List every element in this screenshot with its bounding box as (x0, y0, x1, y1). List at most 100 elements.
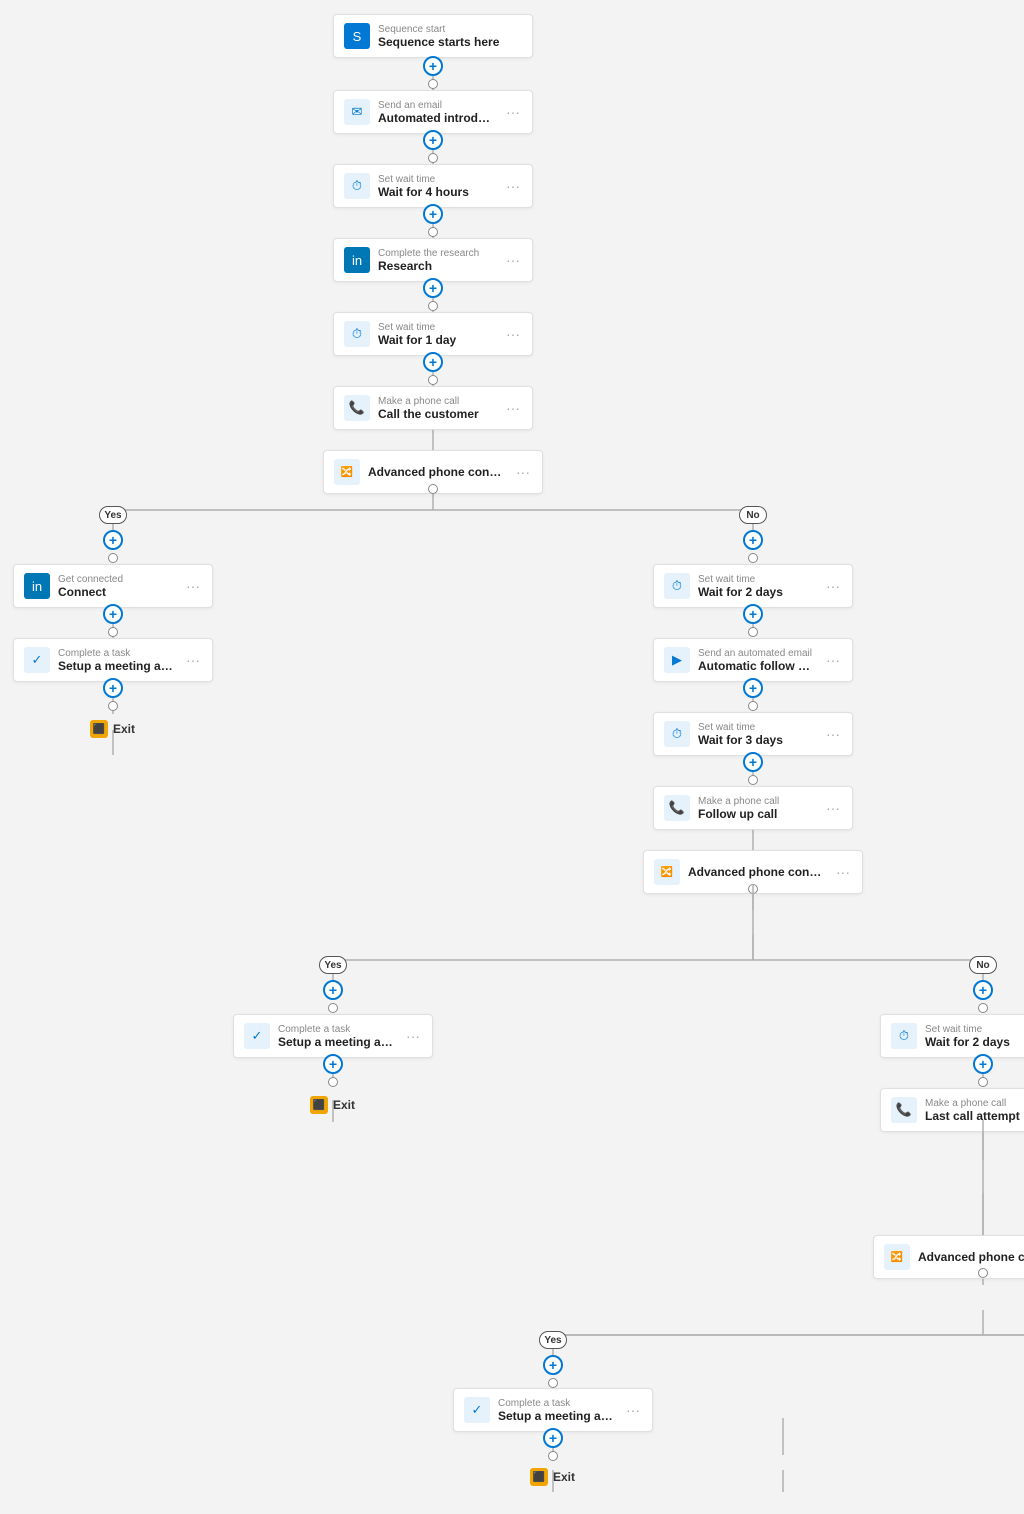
add-after-start[interactable]: + (423, 56, 443, 76)
dot-4 (428, 301, 438, 311)
phone-call-1-card: 📞 Make a phone call Call the customer ··… (333, 386, 533, 430)
phone-call-1-text: Make a phone call Call the customer (378, 396, 496, 421)
add-after-email2[interactable]: + (743, 678, 763, 698)
dot-18 (978, 1077, 988, 1087)
dot-19 (978, 1268, 988, 1278)
dot-8 (108, 627, 118, 637)
connect-more[interactable]: ··· (184, 578, 202, 594)
condition-3-card: 🔀 Advanced phone condition ··· (873, 1235, 1024, 1279)
condition-2-more[interactable]: ··· (834, 864, 852, 880)
add-before-wait3[interactable]: + (743, 530, 763, 550)
send-email-1-text: Send an email Automated introductory ema… (378, 100, 496, 125)
add-after-task1[interactable]: + (103, 678, 123, 698)
condition-1-more[interactable]: ··· (514, 464, 532, 480)
add-after-wait3[interactable]: + (743, 604, 763, 624)
yes-badge-3: Yes (539, 1331, 567, 1349)
dot-1 (428, 79, 438, 89)
dot-13 (748, 775, 758, 785)
wait-3-card: ⏱ Set wait time Wait for 2 days ··· (653, 564, 853, 608)
no-badge-1: No (739, 506, 767, 524)
add-after-email1[interactable]: + (423, 130, 443, 150)
add-after-wait4[interactable]: + (743, 752, 763, 772)
condition-3-text: Advanced phone condition (918, 1250, 1024, 1264)
dot-20 (548, 1378, 558, 1388)
connector-lines (0, 0, 1024, 1514)
send-email-1-more[interactable]: ··· (504, 104, 522, 120)
task-3-more[interactable]: ··· (624, 1402, 642, 1418)
exit-2: ⬛ Exit (310, 1096, 355, 1114)
phone-call-2-more[interactable]: ··· (824, 800, 842, 816)
yes-badge-2: Yes (319, 956, 347, 974)
wait-1-text: Set wait time Wait for 4 hours (378, 174, 496, 199)
add-before-task2[interactable]: + (323, 980, 343, 1000)
wait-4-card: ⏱ Set wait time Wait for 3 days ··· (653, 712, 853, 756)
extra-lines (0, 0, 1024, 1514)
dot-12 (748, 701, 758, 711)
wait-3-text: Set wait time Wait for 2 days (698, 574, 816, 599)
add-after-connect[interactable]: + (103, 604, 123, 624)
phone-call-1-icon: 📞 (344, 395, 370, 421)
add-after-wait5[interactable]: + (973, 1054, 993, 1074)
add-after-wait1[interactable]: + (423, 204, 443, 224)
dot-5 (428, 375, 438, 385)
yes-badge-1: Yes (99, 506, 127, 524)
phone-call-3-card: 📞 Make a phone call Last call attempt ··… (880, 1088, 1024, 1132)
task-1-more[interactable]: ··· (184, 652, 202, 668)
task-2-icon: ✓ (244, 1023, 270, 1049)
wait-1-more[interactable]: ··· (504, 178, 522, 194)
dot-14 (748, 884, 758, 894)
send-email-2-icon: ▶ (664, 647, 690, 673)
add-after-task3[interactable]: + (543, 1428, 563, 1448)
wait-2-text: Set wait time Wait for 1 day (378, 322, 496, 347)
sequence-start-text: Sequence start Sequence starts here (378, 24, 522, 49)
phone-call-2-text: Make a phone call Follow up call (698, 796, 816, 821)
research-text: Complete the research Research (378, 248, 496, 273)
add-after-research[interactable]: + (423, 278, 443, 298)
add-after-task2[interactable]: + (323, 1054, 343, 1074)
condition-1-icon: 🔀 (334, 459, 360, 485)
condition-2-text: Advanced phone condition (688, 865, 826, 879)
send-email-2-more[interactable]: ··· (824, 652, 842, 668)
wait-4-more[interactable]: ··· (824, 726, 842, 742)
task-1-card: ✓ Complete a task Setup a meeting and mo… (13, 638, 213, 682)
phone-call-3-icon: 📞 (891, 1097, 917, 1123)
wait-3-more[interactable]: ··· (824, 578, 842, 594)
task-2-text: Complete a task Setup a meeting and move… (278, 1024, 396, 1049)
dot-21 (548, 1451, 558, 1461)
add-before-wait5[interactable]: + (973, 980, 993, 1000)
wait-3-icon: ⏱ (664, 573, 690, 599)
wait-4-icon: ⏱ (664, 721, 690, 747)
research-icon: in (344, 247, 370, 273)
phone-call-2-icon: 📞 (664, 795, 690, 821)
add-after-wait2[interactable]: + (423, 352, 443, 372)
dot-2 (428, 153, 438, 163)
wait-4-text: Set wait time Wait for 3 days (698, 722, 816, 747)
exit-1: ⬛ Exit (90, 720, 135, 738)
no-badge-2: No (969, 956, 997, 974)
exit-3-icon: ⬛ (530, 1468, 548, 1486)
dot-17 (978, 1003, 988, 1013)
dot-3 (428, 227, 438, 237)
wait-5-text: Set wait time Wait for 2 days (925, 1024, 1024, 1049)
phone-call-3-text: Make a phone call Last call attempt (925, 1098, 1024, 1123)
dot-9 (108, 701, 118, 711)
add-before-task3[interactable]: + (543, 1355, 563, 1375)
phone-call-1-more[interactable]: ··· (504, 400, 522, 416)
research-card: in Complete the research Research ··· (333, 238, 533, 282)
wait-2-more[interactable]: ··· (504, 326, 522, 342)
send-email-1-icon: ✉ (344, 99, 370, 125)
wait-5-card: ⏱ Set wait time Wait for 2 days ··· (880, 1014, 1024, 1058)
dot-7 (108, 553, 118, 563)
research-more[interactable]: ··· (504, 252, 522, 268)
connect-icon: in (24, 573, 50, 599)
add-before-connect[interactable]: + (103, 530, 123, 550)
dot-11 (748, 627, 758, 637)
connect-text: Get connected Connect (58, 574, 176, 599)
task-2-card: ✓ Complete a task Setup a meeting and mo… (233, 1014, 433, 1058)
wait-2-card: ⏱ Set wait time Wait for 1 day ··· (333, 312, 533, 356)
wait-1-card: ⏱ Set wait time Wait for 4 hours ··· (333, 164, 533, 208)
dot-6 (428, 484, 438, 494)
task-2-more[interactable]: ··· (404, 1028, 422, 1044)
condition-2-icon: 🔀 (654, 859, 680, 885)
connect-card: in Get connected Connect ··· (13, 564, 213, 608)
